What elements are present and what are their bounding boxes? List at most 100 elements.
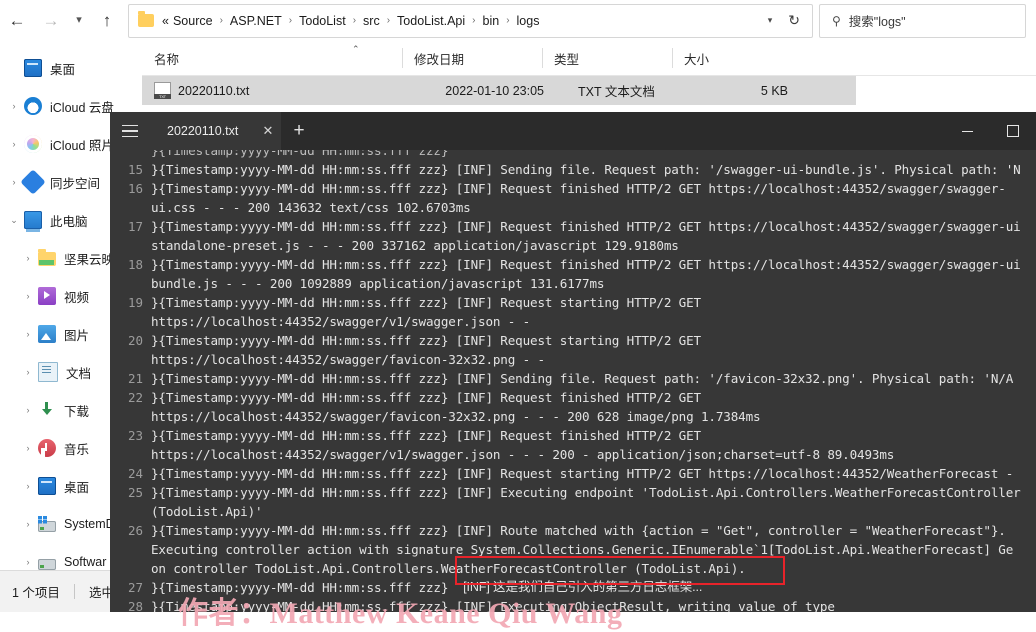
editor-line-21: 21 }{Timestamp:yyyy-MM-dd HH:mm:ss.fff z… bbox=[110, 369, 1036, 388]
line-text: }{Timestamp:yyyy-MM-dd HH:mm:ss.fff zzz}… bbox=[151, 523, 1006, 538]
line-number: 18 bbox=[127, 257, 143, 272]
line-text: }{Timestamp:yyyy-MM-dd HH:mm:ss.fff zzz}… bbox=[151, 466, 1014, 481]
forward-button[interactable]: → bbox=[34, 4, 68, 38]
downloads-icon bbox=[38, 401, 56, 419]
line-partial-top: }{Timestamp:yyyy-MM-dd HH:mm:ss.fff zzz} bbox=[110, 150, 1036, 160]
line-number: 20 bbox=[127, 333, 143, 348]
sidebar-item-label: 文档 bbox=[66, 366, 92, 381]
maximize-icon[interactable] bbox=[990, 112, 1036, 150]
editor-line-24: 24 }{Timestamp:yyyy-MM-dd HH:mm:ss.fff z… bbox=[110, 464, 1036, 483]
breadcrumb-item-1[interactable]: ASP.NET bbox=[229, 12, 283, 30]
line-text-wrap: Executing controller action with signatu… bbox=[151, 542, 1014, 557]
chevron-down-icon[interactable]: ⌄ bbox=[4, 215, 24, 226]
search-input[interactable]: ⚲ 搜索"logs" bbox=[819, 3, 1026, 38]
chevron-right-icon[interactable]: › bbox=[18, 519, 38, 529]
explorer-toolbar: ← → ▾ ↑ « Source › ASP.NET › TodoList › … bbox=[0, 0, 1036, 41]
this-pc-icon bbox=[24, 211, 42, 232]
minimize-icon[interactable] bbox=[944, 112, 990, 150]
column-header-size-label: 大小 bbox=[684, 52, 710, 67]
chevron-right-icon[interactable]: › bbox=[18, 481, 38, 491]
breadcrumb-item-2[interactable]: TodoList bbox=[298, 12, 347, 30]
sidebar-item-label: iCloud 云盘 bbox=[50, 100, 114, 115]
table-row[interactable]: 20220110.txt 2022-01-10 23:05 TXT 文本文档 5… bbox=[142, 76, 856, 105]
column-header-name-label: 名称 bbox=[154, 52, 180, 67]
chevron-right-icon[interactable]: › bbox=[18, 367, 38, 377]
chevron-right-icon[interactable]: › bbox=[18, 329, 38, 339]
column-headers: 名称 ⌃ 修改日期 类型 大小 bbox=[142, 41, 1036, 76]
folder-icon bbox=[138, 11, 154, 27]
recent-locations-button[interactable]: ▾ bbox=[68, 4, 90, 38]
sidebar-item-label: 音乐 bbox=[64, 442, 90, 457]
chevron-right-icon[interactable]: › bbox=[18, 443, 38, 453]
line-number: 25 bbox=[127, 485, 143, 500]
sidebar-item-label: 图片 bbox=[64, 328, 90, 343]
refresh-icon[interactable]: ↻ bbox=[782, 12, 812, 29]
sidebar-item-label: 桌面 bbox=[64, 480, 90, 495]
line-text: }{Timestamp:yyyy-MM-dd HH:mm:ss.fff zzz}… bbox=[151, 333, 701, 348]
breadcrumb: « Source › ASP.NET › TodoList › src › To… bbox=[161, 12, 758, 30]
column-header-type[interactable]: 类型 bbox=[542, 41, 672, 75]
line-text: }{Timestamp:yyyy-MM-dd HH:mm:ss.fff zzz}… bbox=[151, 219, 1021, 234]
line-text: }{Timestamp:yyyy-MM-dd HH:mm:ss.fff zzz} bbox=[151, 150, 449, 158]
pictures-icon bbox=[38, 325, 56, 343]
editor-line-26: 26 }{Timestamp:yyyy-MM-dd HH:mm:ss.fff z… bbox=[110, 521, 1036, 578]
chevron-right-icon[interactable]: › bbox=[18, 405, 38, 415]
file-name: 20220110.txt bbox=[178, 83, 250, 98]
watermark-text: 作者：Matthew Keane Qiu Wang bbox=[178, 597, 623, 630]
breadcrumb-item-4[interactable]: TodoList.Api bbox=[396, 12, 466, 30]
hamburger-menu-icon[interactable] bbox=[110, 112, 150, 150]
address-bar[interactable]: « Source › ASP.NET › TodoList › src › To… bbox=[128, 3, 813, 38]
editor-line-19: 19 }{Timestamp:yyyy-MM-dd HH:mm:ss.fff z… bbox=[110, 293, 1036, 331]
chevron-right-icon[interactable]: › bbox=[18, 253, 38, 263]
sidebar-item-label: 下载 bbox=[64, 404, 90, 419]
sidebar-item-label: SystemD bbox=[64, 517, 115, 531]
notepad-window: 20220110.txt ✕ + }{Timestamp:yyyy-MM-dd … bbox=[110, 112, 1036, 612]
sidebar-item-desktop[interactable]: 桌面 bbox=[0, 49, 142, 87]
column-header-date-label: 修改日期 bbox=[414, 52, 465, 67]
editor-line-16: 16 }{Timestamp:yyyy-MM-dd HH:mm:ss.fff z… bbox=[110, 179, 1036, 217]
icloud-drive-icon bbox=[24, 97, 42, 115]
editor-line-20: 20 }{Timestamp:yyyy-MM-dd HH:mm:ss.fff z… bbox=[110, 331, 1036, 369]
up-button[interactable]: ↑ bbox=[90, 4, 124, 38]
line-text: }{Timestamp:yyyy-MM-dd HH:mm:ss.fff zzz}… bbox=[151, 257, 1021, 272]
column-header-size[interactable]: 大小 bbox=[672, 41, 752, 75]
line-text: }{Timestamp:yyyy-MM-dd HH:mm:ss.fff zzz}… bbox=[151, 390, 701, 405]
chevron-right-icon[interactable]: › bbox=[4, 139, 24, 149]
item-count-label: 1 个项目 bbox=[12, 586, 60, 600]
sidebar-item-label: iCloud 照片 bbox=[50, 138, 114, 153]
line-number: 22 bbox=[127, 390, 143, 405]
breadcrumb-item-6[interactable]: logs bbox=[516, 12, 541, 30]
text-editor-area[interactable]: }{Timestamp:yyyy-MM-dd HH:mm:ss.fff zzz}… bbox=[110, 150, 1036, 612]
editor-line-15: 15 }{Timestamp:yyyy-MM-dd HH:mm:ss.fff z… bbox=[110, 160, 1036, 179]
line-text: }{Timestamp:yyyy-MM-dd HH:mm:ss.fff zzz}… bbox=[151, 428, 701, 443]
desktop-icon bbox=[24, 59, 42, 77]
status-divider bbox=[73, 584, 75, 599]
breadcrumb-item-0[interactable]: Source bbox=[172, 12, 214, 30]
editor-line-23: 23 }{Timestamp:yyyy-MM-dd HH:mm:ss.fff z… bbox=[110, 426, 1036, 464]
breadcrumb-separator: › bbox=[386, 15, 391, 26]
editor-line-25: 25 }{Timestamp:yyyy-MM-dd HH:mm:ss.fff z… bbox=[110, 483, 1036, 521]
file-type: TXT 文本文档 bbox=[578, 85, 655, 99]
back-button[interactable]: ← bbox=[0, 4, 34, 38]
line-text-wrap: https://localhost:44352/swagger/favicon-… bbox=[151, 352, 545, 367]
close-icon[interactable]: ✕ bbox=[255, 123, 281, 139]
breadcrumb-item-3[interactable]: src bbox=[362, 12, 381, 30]
breadcrumb-overflow[interactable]: « bbox=[161, 12, 172, 30]
chevron-down-icon[interactable]: ▾ bbox=[758, 15, 783, 26]
titlebar-drag-region[interactable] bbox=[317, 112, 944, 150]
chevron-right-icon[interactable]: › bbox=[4, 101, 24, 111]
line-text-wrap: https://localhost:44352/swagger/v1/swagg… bbox=[151, 314, 531, 329]
tab-20220110[interactable]: 20220110.txt ✕ bbox=[150, 112, 281, 150]
line-number: 27 bbox=[127, 580, 143, 595]
column-header-name[interactable]: 名称 ⌃ bbox=[142, 41, 402, 75]
line-text-wrap: ui.css - - - 200 143632 text/css 102.670… bbox=[151, 200, 471, 215]
column-header-date[interactable]: 修改日期 bbox=[402, 41, 542, 75]
breadcrumb-item-5[interactable]: bin bbox=[482, 12, 501, 30]
icloud-photos-icon bbox=[24, 135, 42, 153]
line-number: 23 bbox=[127, 428, 143, 443]
chevron-right-icon[interactable]: › bbox=[18, 557, 38, 567]
line-text: }{Timestamp:yyyy-MM-dd HH:mm:ss.fff zzz}… bbox=[151, 181, 1006, 196]
chevron-right-icon[interactable]: › bbox=[18, 291, 38, 301]
plus-icon[interactable]: + bbox=[281, 112, 317, 150]
line-number: 21 bbox=[127, 371, 143, 386]
